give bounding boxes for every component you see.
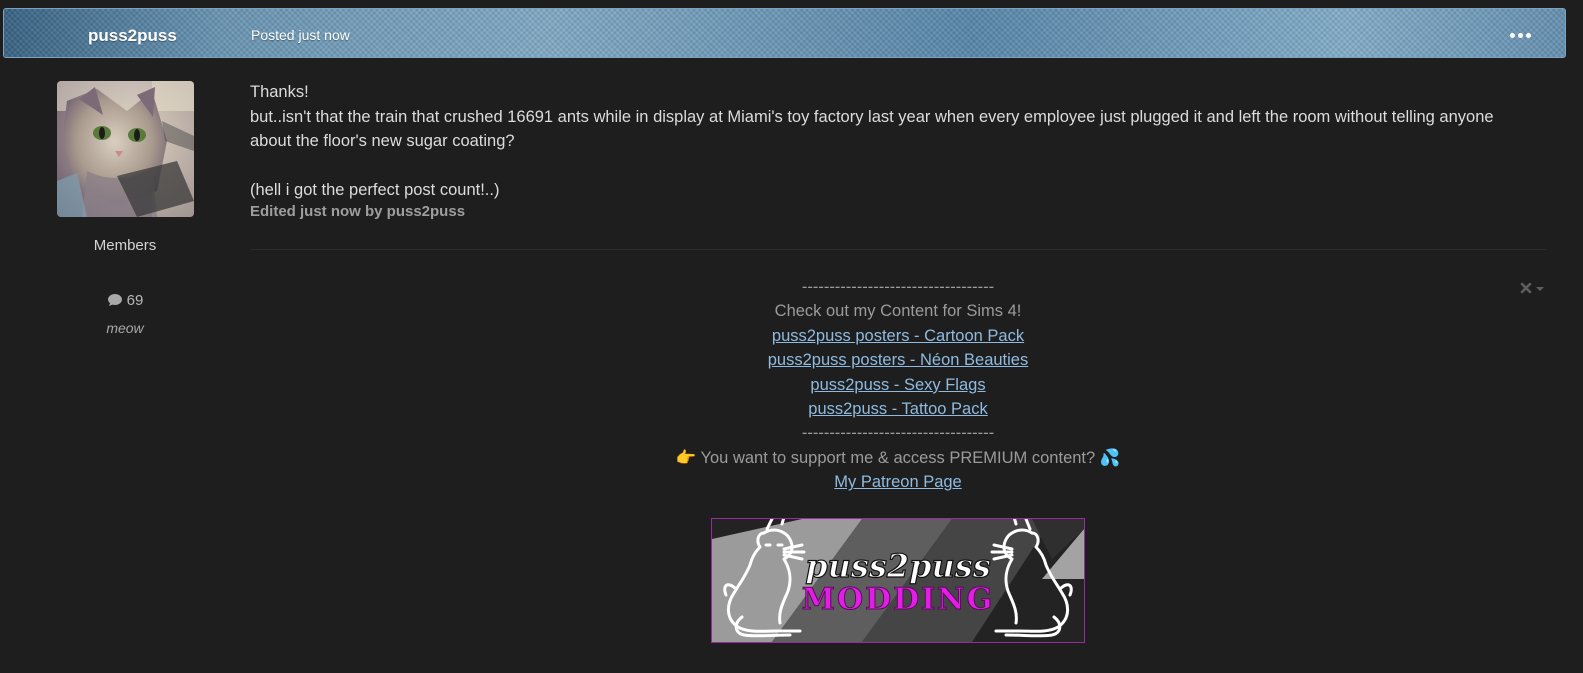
edited-notice: Edited just now by puss2puss	[250, 203, 466, 220]
dot	[1518, 32, 1523, 38]
avatar[interactable]	[57, 81, 194, 217]
more-options-icon[interactable]	[1510, 29, 1534, 41]
dot	[1510, 32, 1515, 38]
post-line: but..isn't that the train that crushed 1…	[250, 107, 1494, 151]
sweat-droplets-icon: 💦	[1099, 448, 1121, 467]
signature: ----------------------------------- Chec…	[250, 275, 1546, 495]
pointing-hand-icon: 👉	[675, 448, 697, 467]
post-content: Thanks! but..isn't that the train that c…	[250, 80, 1530, 203]
signature-divider	[250, 249, 1546, 250]
signature-link-cartoon-pack[interactable]: puss2puss posters - Cartoon Pack	[772, 327, 1024, 345]
forum-post: puss2puss Posted just now Members 69 meo…	[0, 0, 1583, 673]
separator-top: -----------------------------------	[801, 278, 995, 296]
author-name-link[interactable]: puss2puss	[88, 26, 177, 46]
post-line: Thanks!	[250, 83, 309, 101]
signature-link-tattoo-pack[interactable]: puss2puss - Tattoo Pack	[808, 400, 987, 418]
banner-subtitle: MODDING	[802, 582, 994, 617]
post-count[interactable]: 69	[0, 292, 250, 309]
modding-banner[interactable]: puss2puss MODDING	[711, 518, 1085, 643]
post-count-value: 69	[126, 292, 144, 309]
post-header: puss2puss Posted just now	[3, 8, 1566, 58]
posted-time: Posted just now	[251, 27, 350, 43]
signature-heading: Check out my Content for Sims 4!	[774, 302, 1022, 321]
user-title: meow	[106, 320, 144, 336]
signature-link-neon-beauties[interactable]: puss2puss posters - Néon Beauties	[768, 351, 1028, 369]
banner-image: puss2puss MODDING	[712, 519, 1084, 642]
post-line: (hell i got the perfect post count!..)	[250, 181, 500, 199]
banner-title: puss2puss	[805, 547, 991, 585]
signature-link-sexy-flags[interactable]: puss2puss - Sexy Flags	[810, 376, 985, 394]
member-group: Members	[93, 237, 157, 254]
patreon-link[interactable]: My Patreon Page	[834, 473, 962, 491]
support-text: You want to support me & access PREMIUM …	[700, 448, 1096, 467]
avatar-cat-image	[57, 81, 194, 217]
support-line: 👉 You want to support me & access PREMIU…	[250, 446, 1546, 470]
post-blank-line	[250, 154, 1530, 179]
comment-icon	[107, 294, 122, 306]
separator-bottom: -----------------------------------	[801, 424, 995, 443]
dot	[1526, 32, 1531, 38]
